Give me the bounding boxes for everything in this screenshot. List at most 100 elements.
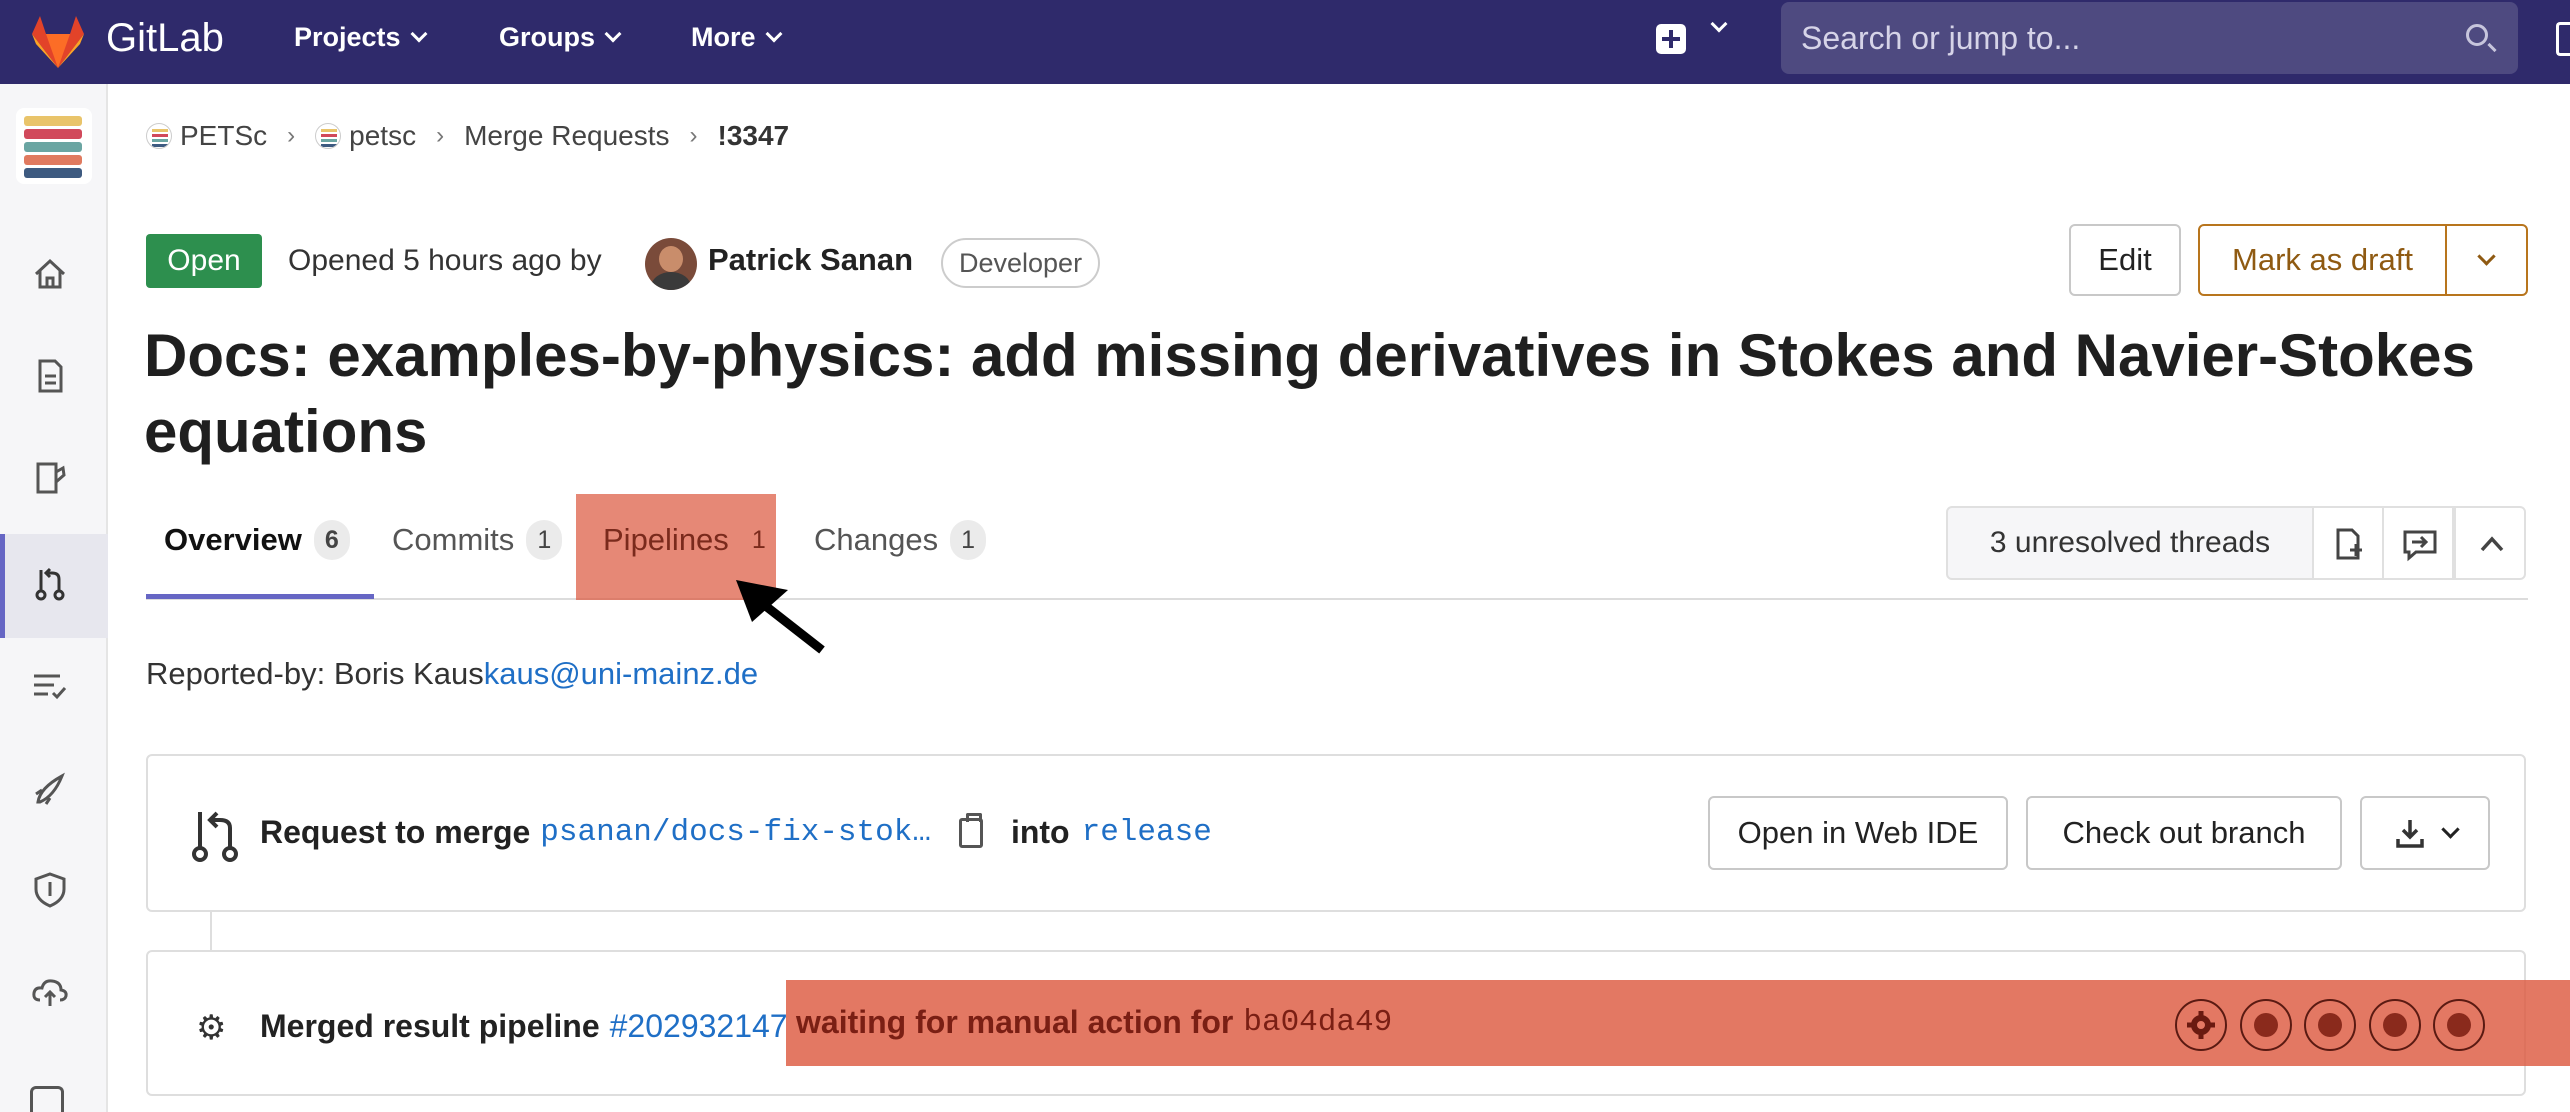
breadcrumb-mr-id[interactable]: !3347 (718, 120, 790, 152)
collapse-threads-button[interactable] (2454, 506, 2526, 580)
mark-as-draft-button[interactable]: Mark as draft (2198, 224, 2447, 296)
issues-icon[interactable] (30, 458, 70, 498)
tab-changes[interactable]: Changes 1 (814, 520, 987, 560)
breadcrumb: PETSc › petsc › Merge Requests › !3347 (146, 120, 789, 152)
resolve-thread-button[interactable] (2382, 506, 2454, 580)
unresolved-threads-button[interactable]: 3 unresolved threads (1946, 506, 2314, 580)
packages-icon[interactable] (30, 1086, 64, 1112)
open-in-web-ide-button[interactable]: Open in Web IDE (1708, 796, 2008, 870)
check-out-branch-button[interactable]: Check out branch (2026, 796, 2342, 870)
author-name[interactable]: Patrick Sanan (708, 242, 913, 278)
chevron-right-icon: › (287, 122, 296, 149)
stage-status-icon[interactable] (2433, 999, 2485, 1051)
commit-sha-link[interactable]: ba04da49 (1243, 1005, 1392, 1040)
gitlab-logo-icon[interactable] (28, 12, 88, 72)
request-to-merge-label: Request to merge (260, 814, 531, 850)
chevron-up-icon (2480, 536, 2504, 552)
chevron-down-icon (2477, 246, 2496, 266)
nav-projects-label: Projects (294, 22, 401, 52)
tab-pipelines-count: 1 (751, 525, 766, 554)
pipeline-status: waiting for manual action for ba04da49 (796, 1004, 1392, 1041)
avatar-stripe (24, 142, 82, 152)
source-branch-link[interactable]: psanan/docs-fix-stok… (540, 815, 931, 850)
opened-text: Opened 5 hours ago by (288, 244, 602, 277)
project-avatar-small-icon (315, 123, 342, 149)
panel-toggle-icon[interactable] (2556, 22, 2570, 56)
avatar-stripe (24, 168, 82, 178)
breadcrumb-group[interactable]: PETSc (180, 120, 267, 152)
reported-by-text: Reported-by: Boris Kaus (146, 656, 484, 691)
gear-icon (2187, 1011, 2215, 1039)
nav-projects[interactable]: Projects (294, 22, 428, 53)
new-item-plus-icon[interactable] (1656, 24, 1686, 54)
jump-to-next-thread-button[interactable] (2312, 506, 2384, 580)
breadcrumb-merge-requests[interactable]: Merge Requests (464, 120, 669, 152)
breadcrumb-project[interactable]: petsc (349, 120, 416, 152)
chevron-down-icon (410, 25, 428, 42)
stage-manual-gear-icon[interactable] (2175, 999, 2227, 1051)
draft-options-dropdown[interactable] (2445, 224, 2528, 296)
nav-more[interactable]: More (691, 22, 783, 53)
nav-groups[interactable]: Groups (499, 22, 622, 53)
chevron-down-icon (1710, 15, 1728, 33)
status-badge: Open (146, 234, 262, 288)
chevron-right-icon: › (689, 122, 698, 149)
edit-button[interactable]: Edit (2069, 224, 2181, 296)
project-avatar[interactable] (16, 108, 92, 184)
timeline-connector (210, 912, 212, 952)
tabs-divider (146, 598, 2528, 600)
avatar-stripe (24, 155, 82, 165)
chevron-right-icon: › (436, 122, 445, 149)
download-icon (2395, 820, 2424, 848)
chevron-down-icon (2440, 819, 2460, 839)
copy-clipboard-icon[interactable] (958, 812, 983, 848)
pointer-arrow-icon (736, 580, 825, 654)
avatar-stripe (24, 116, 82, 126)
repository-icon[interactable] (30, 356, 70, 396)
pipeline-id-link[interactable]: #202932147 (610, 1008, 788, 1045)
project-avatar-small-icon (146, 123, 172, 149)
active-tab-underline (146, 594, 374, 599)
stage-status-icon[interactable] (2240, 999, 2292, 1051)
stage-status-icon[interactable] (2369, 999, 2421, 1051)
tab-overview[interactable]: Overview 6 (164, 520, 350, 560)
search-icon[interactable] (2466, 24, 2488, 46)
tab-changes-count: 1 (950, 520, 987, 560)
stage-status-icon[interactable] (2304, 999, 2356, 1051)
target-branch-link[interactable]: release (1082, 815, 1212, 850)
pipeline-label: Merged result pipeline (260, 1008, 600, 1044)
comment-arrow-icon (2403, 530, 2437, 562)
tab-overview-label: Overview (164, 522, 302, 557)
project-sidebar (0, 84, 108, 1112)
tab-commits-label: Commits (392, 522, 515, 557)
tab-commits[interactable]: Commits 1 (392, 520, 563, 560)
tab-pipelines-label: Pipelines (603, 522, 729, 557)
avatar-stripe (24, 129, 82, 139)
home-icon[interactable] (30, 254, 70, 294)
tab-overview-count: 6 (313, 520, 350, 560)
merge-request-icon[interactable] (30, 564, 70, 604)
tab-commits-count: 1 (526, 520, 563, 560)
pipeline-status-text: waiting for manual action for (796, 1004, 1234, 1040)
security-shield-icon[interactable] (30, 870, 70, 910)
add-thread-icon (2336, 528, 2362, 560)
top-navbar: GitLab Projects Groups More (0, 0, 2570, 84)
into-label: into (1010, 814, 1070, 850)
pipeline-info: Merged result pipeline #202932147 (260, 1008, 788, 1045)
infrastructure-cloud-icon[interactable] (30, 972, 70, 1012)
gear-icon: ⚙ (196, 1009, 227, 1047)
download-dropdown[interactable] (2360, 796, 2490, 870)
description-text: Reported-by: Boris Kauskaus@uni-mainz.de (146, 656, 758, 692)
reporter-email-link[interactable]: kaus@uni-mainz.de (484, 656, 758, 691)
tab-pipelines[interactable]: Pipelines 1 (603, 520, 777, 560)
merge-request-icon (192, 811, 238, 862)
search-input[interactable] (1781, 2, 2518, 74)
merge-request-info: Request to merge psanan/docs-fix-stok… i… (260, 812, 1212, 851)
brand-name[interactable]: GitLab (106, 16, 224, 61)
page-title: Docs: examples-by-physics: add missing d… (144, 322, 2475, 465)
chevron-down-icon (765, 25, 783, 42)
requirements-list-icon[interactable] (30, 666, 70, 706)
deployments-rocket-icon[interactable] (30, 770, 70, 810)
author-avatar[interactable] (645, 238, 697, 290)
new-item-dropdown[interactable] (1710, 15, 1728, 33)
